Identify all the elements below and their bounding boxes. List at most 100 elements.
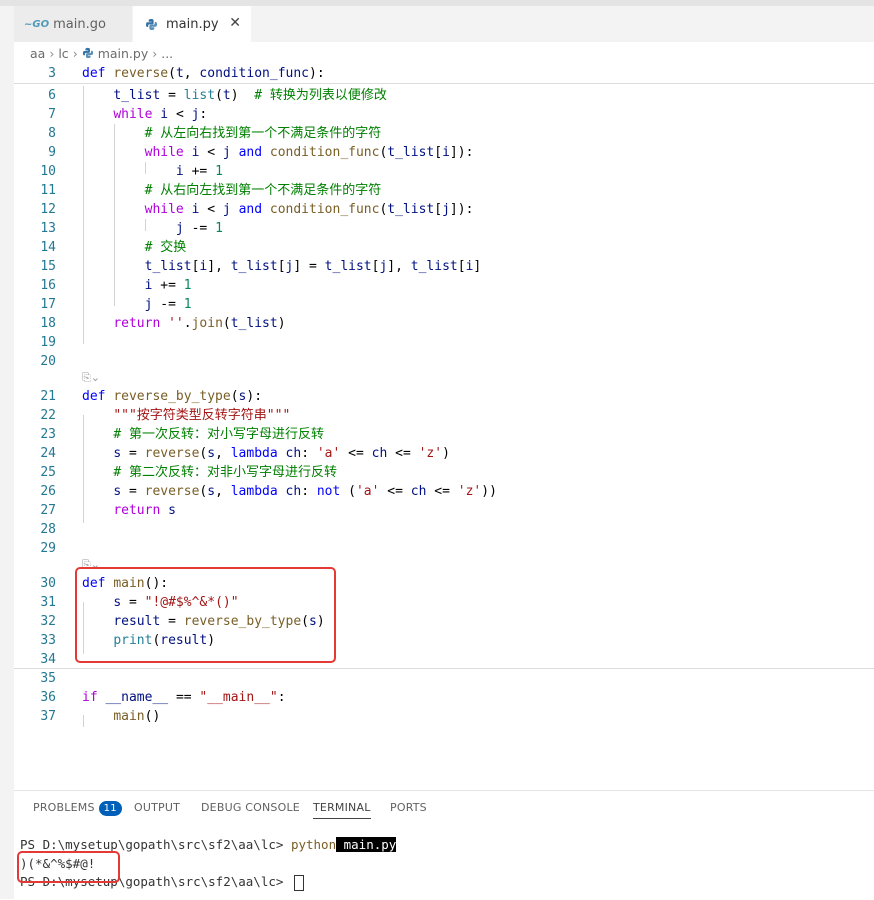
code-text: while i < j and condition_func(t_list[j]… — [144, 202, 474, 217]
code-line[interactable]: 7 while i < j: — [14, 105, 874, 124]
breadcrumb-file[interactable]: main.py — [98, 46, 149, 61]
panel-tab-problems[interactable]: PROBLEMS 11 — [33, 801, 122, 816]
breadcrumb-symbol[interactable]: ... — [161, 46, 173, 61]
line-number: 22 — [40, 408, 56, 423]
line-number: 30 — [40, 576, 56, 591]
line-number: 17 — [40, 297, 56, 312]
code-line[interactable]: 8 # 从左向右找到第一个不满足条件的字符 — [14, 124, 874, 143]
line-number: 18 — [40, 316, 56, 331]
line-number: 6 — [48, 88, 56, 103]
code-line[interactable]: 12 while i < j and condition_func(t_list… — [14, 200, 874, 219]
breadcrumb-folder-aa[interactable]: aa — [30, 46, 45, 61]
line-number: 20 — [40, 354, 56, 369]
code-line[interactable]: 15 t_list[i], t_list[j] = t_list[j], t_l… — [14, 257, 874, 276]
highlight-box-main — [75, 567, 336, 663]
code-text: return ''.join(t_list) — [113, 316, 286, 331]
panel-tab-label: PROBLEMS — [33, 801, 95, 814]
code-line[interactable]: 20 — [14, 352, 874, 371]
code-text: t_list[i], t_list[j] = t_list[j], t_list… — [144, 259, 482, 274]
line-number: 33 — [40, 633, 56, 648]
code-text: # 从右向左找到第一个不满足条件的字符 — [144, 183, 382, 198]
terminal-line-command[interactable]: PS D:\mysetup\gopath\src\sf2\aa\lc> pyth… — [20, 837, 397, 852]
line-number: 14 — [40, 240, 56, 255]
line-number: 27 — [40, 503, 56, 518]
line-number: 24 — [40, 446, 56, 461]
chevron-right-icon: › — [152, 45, 158, 61]
code-text: # 从左向右找到第一个不满足条件的字符 — [144, 126, 382, 141]
python-file-icon — [146, 18, 157, 30]
panel-tab-terminal[interactable]: TERMINAL — [313, 801, 371, 819]
code-text: # 交换 — [144, 240, 187, 255]
tab-label: main.py — [166, 16, 219, 32]
line-number: 10 — [40, 164, 56, 179]
code-line[interactable]: 6 t_list = list(t) # 转换为列表以便修改 — [14, 86, 874, 105]
code-text: # 第一次反转：对小写字母进行反转 — [113, 427, 324, 442]
code-line[interactable]: 27 return s — [14, 501, 874, 520]
code-line[interactable]: 37 main() — [14, 707, 874, 726]
terminal-command: python — [290, 837, 337, 852]
code-text: return s — [113, 503, 176, 518]
code-line[interactable]: 29 — [14, 539, 874, 558]
line-number: 23 — [40, 427, 56, 442]
code-text: s = reverse(s, lambda ch: 'a' <= ch <= '… — [113, 446, 450, 461]
code-text: j -= 1 — [175, 221, 223, 236]
codelens-icon[interactable]: ⎘⌄ — [82, 371, 100, 385]
sticky-scroll-divider — [14, 83, 874, 84]
activity-strip — [0, 42, 14, 899]
code-text: i += 1 — [175, 164, 223, 179]
code-line[interactable]: 36 if __name__ == "__main__": — [14, 688, 874, 707]
code-text: s = reverse(s, lambda ch: not ('a' <= ch… — [113, 484, 497, 499]
highlight-box-output — [17, 851, 120, 883]
line-number: 11 — [40, 183, 56, 198]
tab-main-py[interactable]: main.py ✕ — [133, 6, 251, 42]
close-icon[interactable]: ✕ — [229, 15, 241, 31]
line-number: 36 — [40, 690, 56, 705]
panel-tab-debug-console[interactable]: DEBUG CONSOLE — [201, 801, 300, 814]
line-number: 21 — [40, 389, 56, 404]
line-number: 13 — [40, 221, 56, 236]
code-line[interactable]: 10 i += 1 — [14, 162, 874, 181]
code-text: def reverse_by_type(s): — [82, 389, 263, 404]
code-line[interactable]: 19 — [14, 333, 874, 352]
line-number: 8 — [48, 126, 56, 141]
code-line[interactable]: 17 j -= 1 — [14, 295, 874, 314]
code-text: j -= 1 — [144, 297, 192, 312]
line-number: 16 — [40, 278, 56, 293]
tab-main-go[interactable]: ~GO main.go — [14, 6, 132, 42]
panel-tab-output[interactable]: OUTPUT — [134, 801, 180, 814]
code-text: # 第二次反转：对非小写字母进行反转 — [113, 465, 337, 480]
go-file-icon: ~GO — [24, 18, 50, 30]
python-file-icon — [82, 47, 93, 59]
code-line[interactable]: 9 while i < j and condition_func(t_list[… — [14, 143, 874, 162]
code-line[interactable]: 35 — [14, 669, 874, 688]
line-number: 26 — [40, 484, 56, 499]
chevron-right-icon: › — [49, 45, 55, 61]
code-line[interactable]: 23 # 第一次反转：对小写字母进行反转 — [14, 425, 874, 444]
code-text: while i < j: — [113, 107, 208, 122]
code-line[interactable]: 18 return ''.join(t_list) — [14, 314, 874, 333]
line-number: 12 — [40, 202, 56, 217]
code-text: if __name__ == "__main__": — [82, 690, 286, 705]
code-line[interactable]: 14 # 交换 — [14, 238, 874, 257]
breadcrumb-folder-lc[interactable]: lc — [58, 46, 68, 61]
line-number: 28 — [40, 522, 56, 537]
code-line[interactable]: 24 s = reverse(s, lambda ch: 'a' <= ch <… — [14, 444, 874, 463]
panel-tab-ports[interactable]: PORTS — [390, 801, 427, 814]
code-line[interactable]: 26 s = reverse(s, lambda ch: not ('a' <=… — [14, 482, 874, 501]
line-number: 19 — [40, 335, 56, 350]
code-line[interactable]: 13 j -= 1 — [14, 219, 874, 238]
code-text: t_list = list(t) # 转换为列表以便修改 — [113, 88, 387, 103]
code-line[interactable]: 21 def reverse_by_type(s): — [14, 387, 874, 406]
code-editor[interactable]: 3 def reverse(t, condition_func): 6 t_list… — [14, 62, 874, 790]
code-line[interactable]: 11 # 从右向左找到第一个不满足条件的字符 — [14, 181, 874, 200]
code-line[interactable]: 22 """按字符类型反转字符串""" — [14, 406, 874, 425]
terminal-prompt: PS D:\mysetup\gopath\src\sf2\aa\lc> — [20, 837, 291, 852]
code-line[interactable]: 3 def reverse(t, condition_func): — [14, 64, 874, 83]
line-number: 3 — [48, 66, 56, 81]
chevron-right-icon: › — [72, 45, 78, 61]
code-line[interactable]: 25 # 第二次反转：对非小写字母进行反转 — [14, 463, 874, 482]
code-text: main() — [113, 709, 161, 724]
code-text: """按字符类型反转字符串""" — [113, 408, 291, 423]
code-line[interactable]: 28 — [14, 520, 874, 539]
code-line[interactable]: 16 i += 1 — [14, 276, 874, 295]
